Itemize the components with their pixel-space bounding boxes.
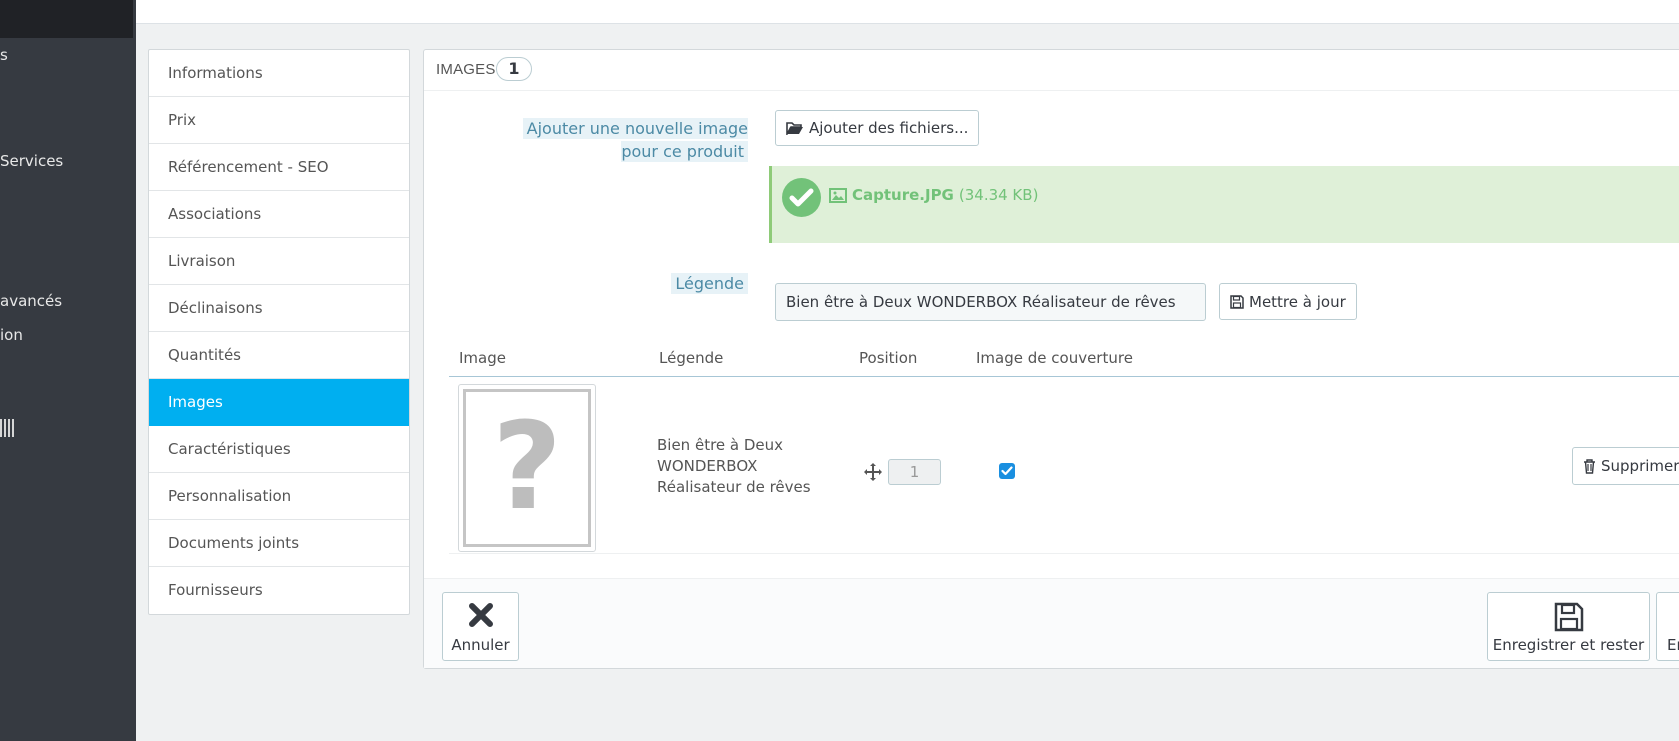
legend-label-text: Légende — [671, 273, 748, 294]
trash-icon — [1584, 458, 1595, 474]
tab-seo[interactable]: Référencement - SEO — [149, 144, 409, 191]
sidebar-item-services[interactable]: Services — [0, 152, 63, 170]
update-button[interactable]: Mettre à jour — [1219, 283, 1357, 320]
add-files-button[interactable]: Ajouter des fichiers... — [775, 110, 980, 146]
column-header-legend: Légende — [659, 349, 724, 367]
tab-fournisseurs[interactable]: Fournisseurs — [149, 567, 409, 614]
column-header-position: Position — [859, 349, 918, 367]
product-tabs: Informations Prix Référencement - SEO As… — [148, 49, 410, 615]
sidebar-item-ion[interactable]: ion — [0, 326, 23, 344]
add-image-label: Ajouter une nouvelle image pour ce produ… — [484, 117, 748, 163]
tab-associations[interactable]: Associations — [149, 191, 409, 238]
close-x-icon — [468, 603, 493, 627]
panel-heading: IMAGES 1 — [424, 50, 1679, 91]
image-count-badge: 1 — [496, 57, 532, 81]
save-button[interactable]: En — [1656, 592, 1679, 661]
image-icon — [829, 187, 847, 203]
tab-images[interactable]: Images — [149, 379, 409, 426]
check-circle-icon — [782, 178, 821, 217]
tab-informations[interactable]: Informations — [149, 50, 409, 97]
uploaded-file-name: Capture.JPG — [852, 186, 954, 204]
upload-success-alert: Capture.JPG (34.34 KB) — [769, 166, 1679, 243]
sidebar-item-advanced[interactable]: avancés — [0, 292, 62, 310]
tab-caracteristiques[interactable]: Caractéristiques — [149, 426, 409, 473]
tab-personnalisation[interactable]: Personnalisation — [149, 473, 409, 520]
update-label: Mettre à jour — [1249, 292, 1346, 311]
uploaded-file-size: (34.34 KB) — [958, 186, 1039, 204]
cover-checkbox[interactable] — [999, 463, 1015, 479]
tab-documents-joints[interactable]: Documents joints — [149, 520, 409, 567]
images-panel: IMAGES 1 Ajouter une nouvelle image pour… — [423, 49, 1679, 669]
tab-livraison[interactable]: Livraison — [149, 238, 409, 285]
floppy-disk-icon — [1230, 294, 1244, 309]
folder-open-icon — [786, 122, 803, 135]
panel-footer: Annuler Enregistrer et rester En — [424, 578, 1679, 668]
tab-quantites[interactable]: Quantités — [149, 332, 409, 379]
table-header: Image Légende Position Image de couvertu… — [449, 340, 1679, 377]
top-header — [136, 0, 1679, 24]
delete-image-button[interactable]: Supprimer cett — [1572, 447, 1679, 485]
panel-title: IMAGES — [436, 61, 496, 78]
table-row: ? Bien être à Deux WONDERBOX Réalisateur… — [449, 377, 1679, 554]
sidebar-top-strip — [0, 0, 133, 38]
tab-declinaisons[interactable]: Déclinaisons — [149, 285, 409, 332]
image-thumbnail[interactable]: ? — [458, 384, 596, 552]
placeholder-question-icon: ? — [463, 389, 591, 547]
column-header-cover: Image de couverture — [976, 349, 1133, 367]
position-input[interactable]: 1 — [888, 459, 941, 485]
admin-sidebar: s Services avancés ion — [0, 0, 136, 741]
add-image-label-text: Ajouter une nouvelle image pour ce produ… — [522, 118, 748, 162]
delete-image-label: Supprimer cett — [1601, 457, 1679, 475]
move-arrows-icon[interactable] — [864, 463, 882, 481]
legend-input[interactable] — [775, 283, 1206, 321]
save-and-stay-button[interactable]: Enregistrer et rester — [1487, 592, 1650, 661]
cancel-label: Annuler — [451, 636, 510, 654]
barcode-icon[interactable] — [0, 419, 14, 437]
floppy-disk-icon — [1554, 602, 1583, 632]
sidebar-item-1[interactable]: s — [0, 46, 8, 64]
add-files-label: Ajouter des fichiers... — [809, 119, 969, 137]
save-and-stay-label: Enregistrer et rester — [1492, 636, 1645, 654]
legend-label: Légende — [624, 272, 748, 295]
tab-prix[interactable]: Prix — [149, 97, 409, 144]
uploaded-file: Capture.JPG (34.34 KB) — [829, 186, 1038, 204]
save-label: En — [1667, 636, 1679, 654]
row-legend: Bien être à Deux WONDERBOX Réalisateur d… — [657, 436, 811, 496]
cancel-button[interactable]: Annuler — [442, 592, 519, 661]
column-header-image: Image — [459, 349, 506, 367]
